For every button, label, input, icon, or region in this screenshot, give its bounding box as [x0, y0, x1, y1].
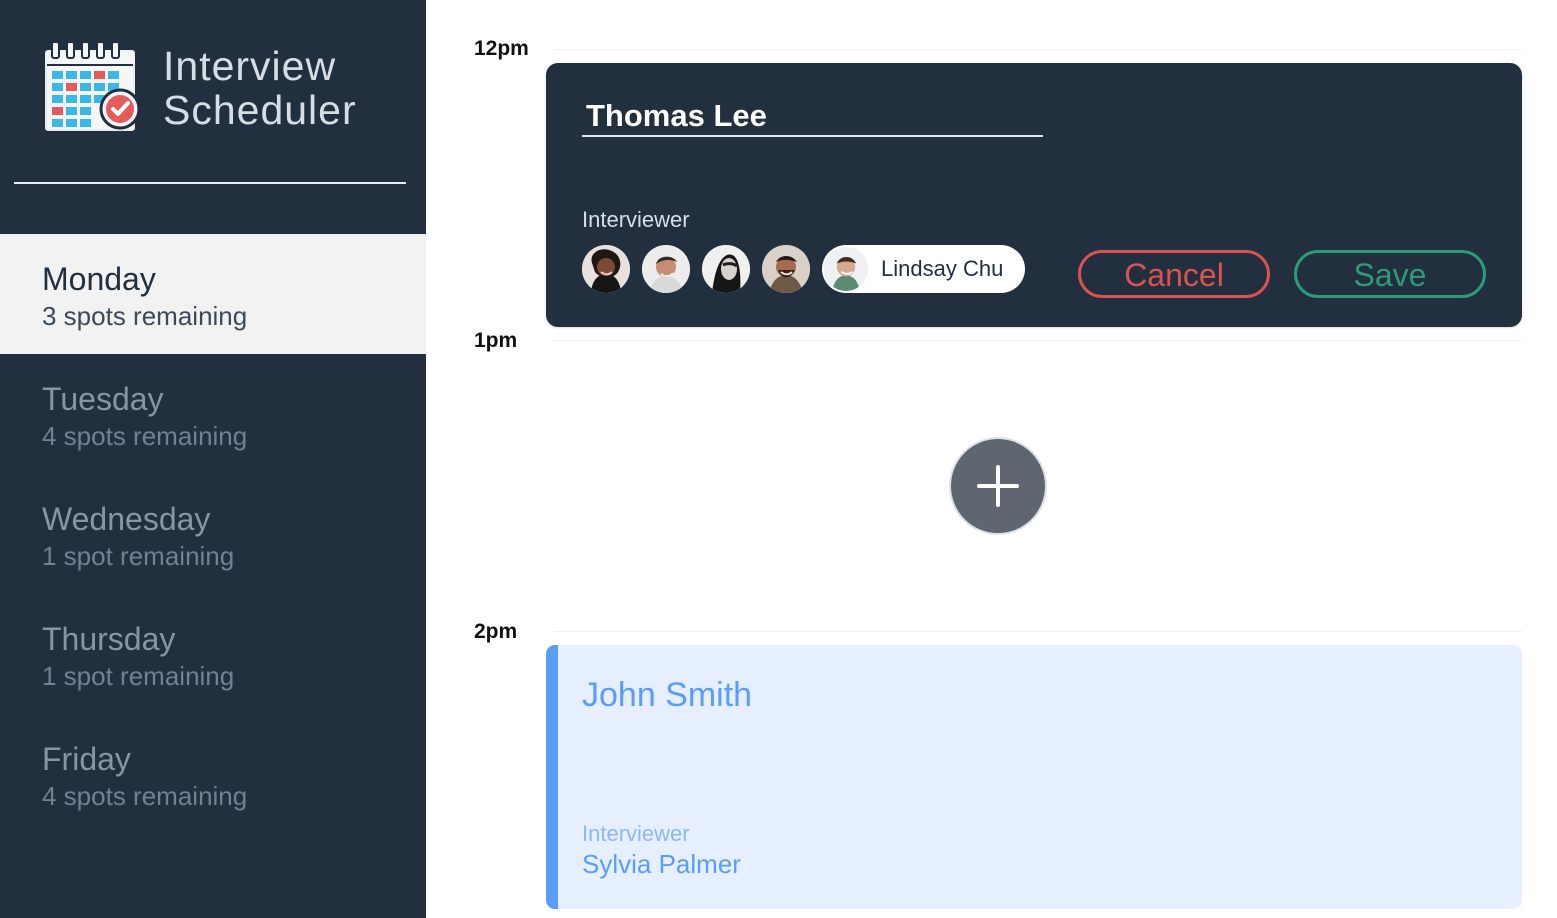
- interviewer-avatar-button[interactable]: [642, 245, 690, 293]
- spots-remaining: 1 spot remaining: [42, 541, 235, 571]
- person-avatar-icon: [824, 247, 868, 291]
- booked-appointment-card[interactable]: John Smith Interviewer Sylvia Palmer: [546, 645, 1522, 909]
- person-avatar-icon: [582, 245, 630, 293]
- add-appointment-button[interactable]: [949, 437, 1047, 535]
- day-name: Wednesday: [42, 501, 211, 537]
- person-avatar-icon: [642, 245, 690, 293]
- plus-icon: [977, 465, 1019, 507]
- interviewer-avatar-button[interactable]: [582, 245, 630, 293]
- time-divider-1pm: [554, 340, 1522, 341]
- time-label-1pm: 1pm: [474, 329, 518, 352]
- day-name: Monday: [42, 261, 156, 297]
- time-label-2pm: 2pm: [474, 620, 518, 643]
- cancel-button[interactable]: Cancel: [1078, 250, 1270, 298]
- interviewer-list: Lindsay Chu: [582, 245, 1025, 293]
- sidebar: Interview Scheduler Monday 3 spots remai…: [0, 0, 426, 918]
- selected-interviewer-name: Lindsay Chu: [881, 256, 1004, 281]
- selected-interviewer-avatar: [824, 247, 868, 291]
- interviewer-avatar-button[interactable]: [702, 245, 750, 293]
- day-name: Thursday: [42, 621, 176, 657]
- time-divider-12pm: [554, 49, 1522, 50]
- spots-remaining: 1 spot remaining: [42, 661, 235, 691]
- appointment-interviewer-name: Sylvia Palmer: [582, 849, 741, 879]
- interview-scheduler-app: Interview Scheduler Monday 3 spots remai…: [0, 0, 1557, 918]
- spots-remaining: 3 spots remaining: [42, 301, 248, 331]
- interviewer-avatar-button[interactable]: [762, 245, 810, 293]
- brand: Interview Scheduler: [44, 42, 357, 133]
- sidebar-divider: [14, 182, 406, 184]
- time-label-12pm: 12pm: [474, 37, 529, 60]
- person-avatar-icon: [702, 245, 750, 293]
- spots-remaining: 4 spots remaining: [42, 781, 248, 811]
- edit-actions: Cancel Save: [1078, 250, 1486, 298]
- day-item-monday[interactable]: Monday 3 spots remaining: [0, 234, 426, 354]
- day-item-friday[interactable]: Friday 4 spots remaining: [0, 714, 426, 834]
- schedule: 12pm Interviewer: [426, 0, 1557, 918]
- day-item-thursday[interactable]: Thursday 1 spot remaining: [0, 594, 426, 714]
- app-title-line-1: Interview: [163, 42, 337, 89]
- student-name-input[interactable]: [582, 95, 1043, 137]
- calendar-check-icon: [45, 42, 141, 131]
- day-list: Monday 3 spots remaining Tuesday 4 spots…: [0, 234, 426, 834]
- person-avatar-icon: [762, 245, 810, 293]
- day-name: Tuesday: [42, 381, 164, 417]
- selected-interviewer-button[interactable]: Lindsay Chu: [822, 245, 1025, 293]
- appointment-student-name: John Smith: [582, 676, 753, 714]
- save-button[interactable]: Save: [1294, 250, 1486, 298]
- day-name: Friday: [42, 741, 131, 777]
- edit-appointment-card: Interviewer: [546, 63, 1522, 327]
- app-title-line-2: Scheduler: [163, 86, 357, 133]
- day-item-wednesday[interactable]: Wednesday 1 spot remaining: [0, 474, 426, 594]
- time-divider-2pm: [554, 631, 1522, 632]
- day-item-tuesday[interactable]: Tuesday 4 spots remaining: [0, 354, 426, 474]
- spots-remaining: 4 spots remaining: [42, 421, 248, 451]
- app-title: Interview Scheduler: [163, 44, 357, 132]
- interviewer-label: Interviewer: [582, 207, 690, 232]
- appointment-interviewer-label: Interviewer: [582, 821, 690, 846]
